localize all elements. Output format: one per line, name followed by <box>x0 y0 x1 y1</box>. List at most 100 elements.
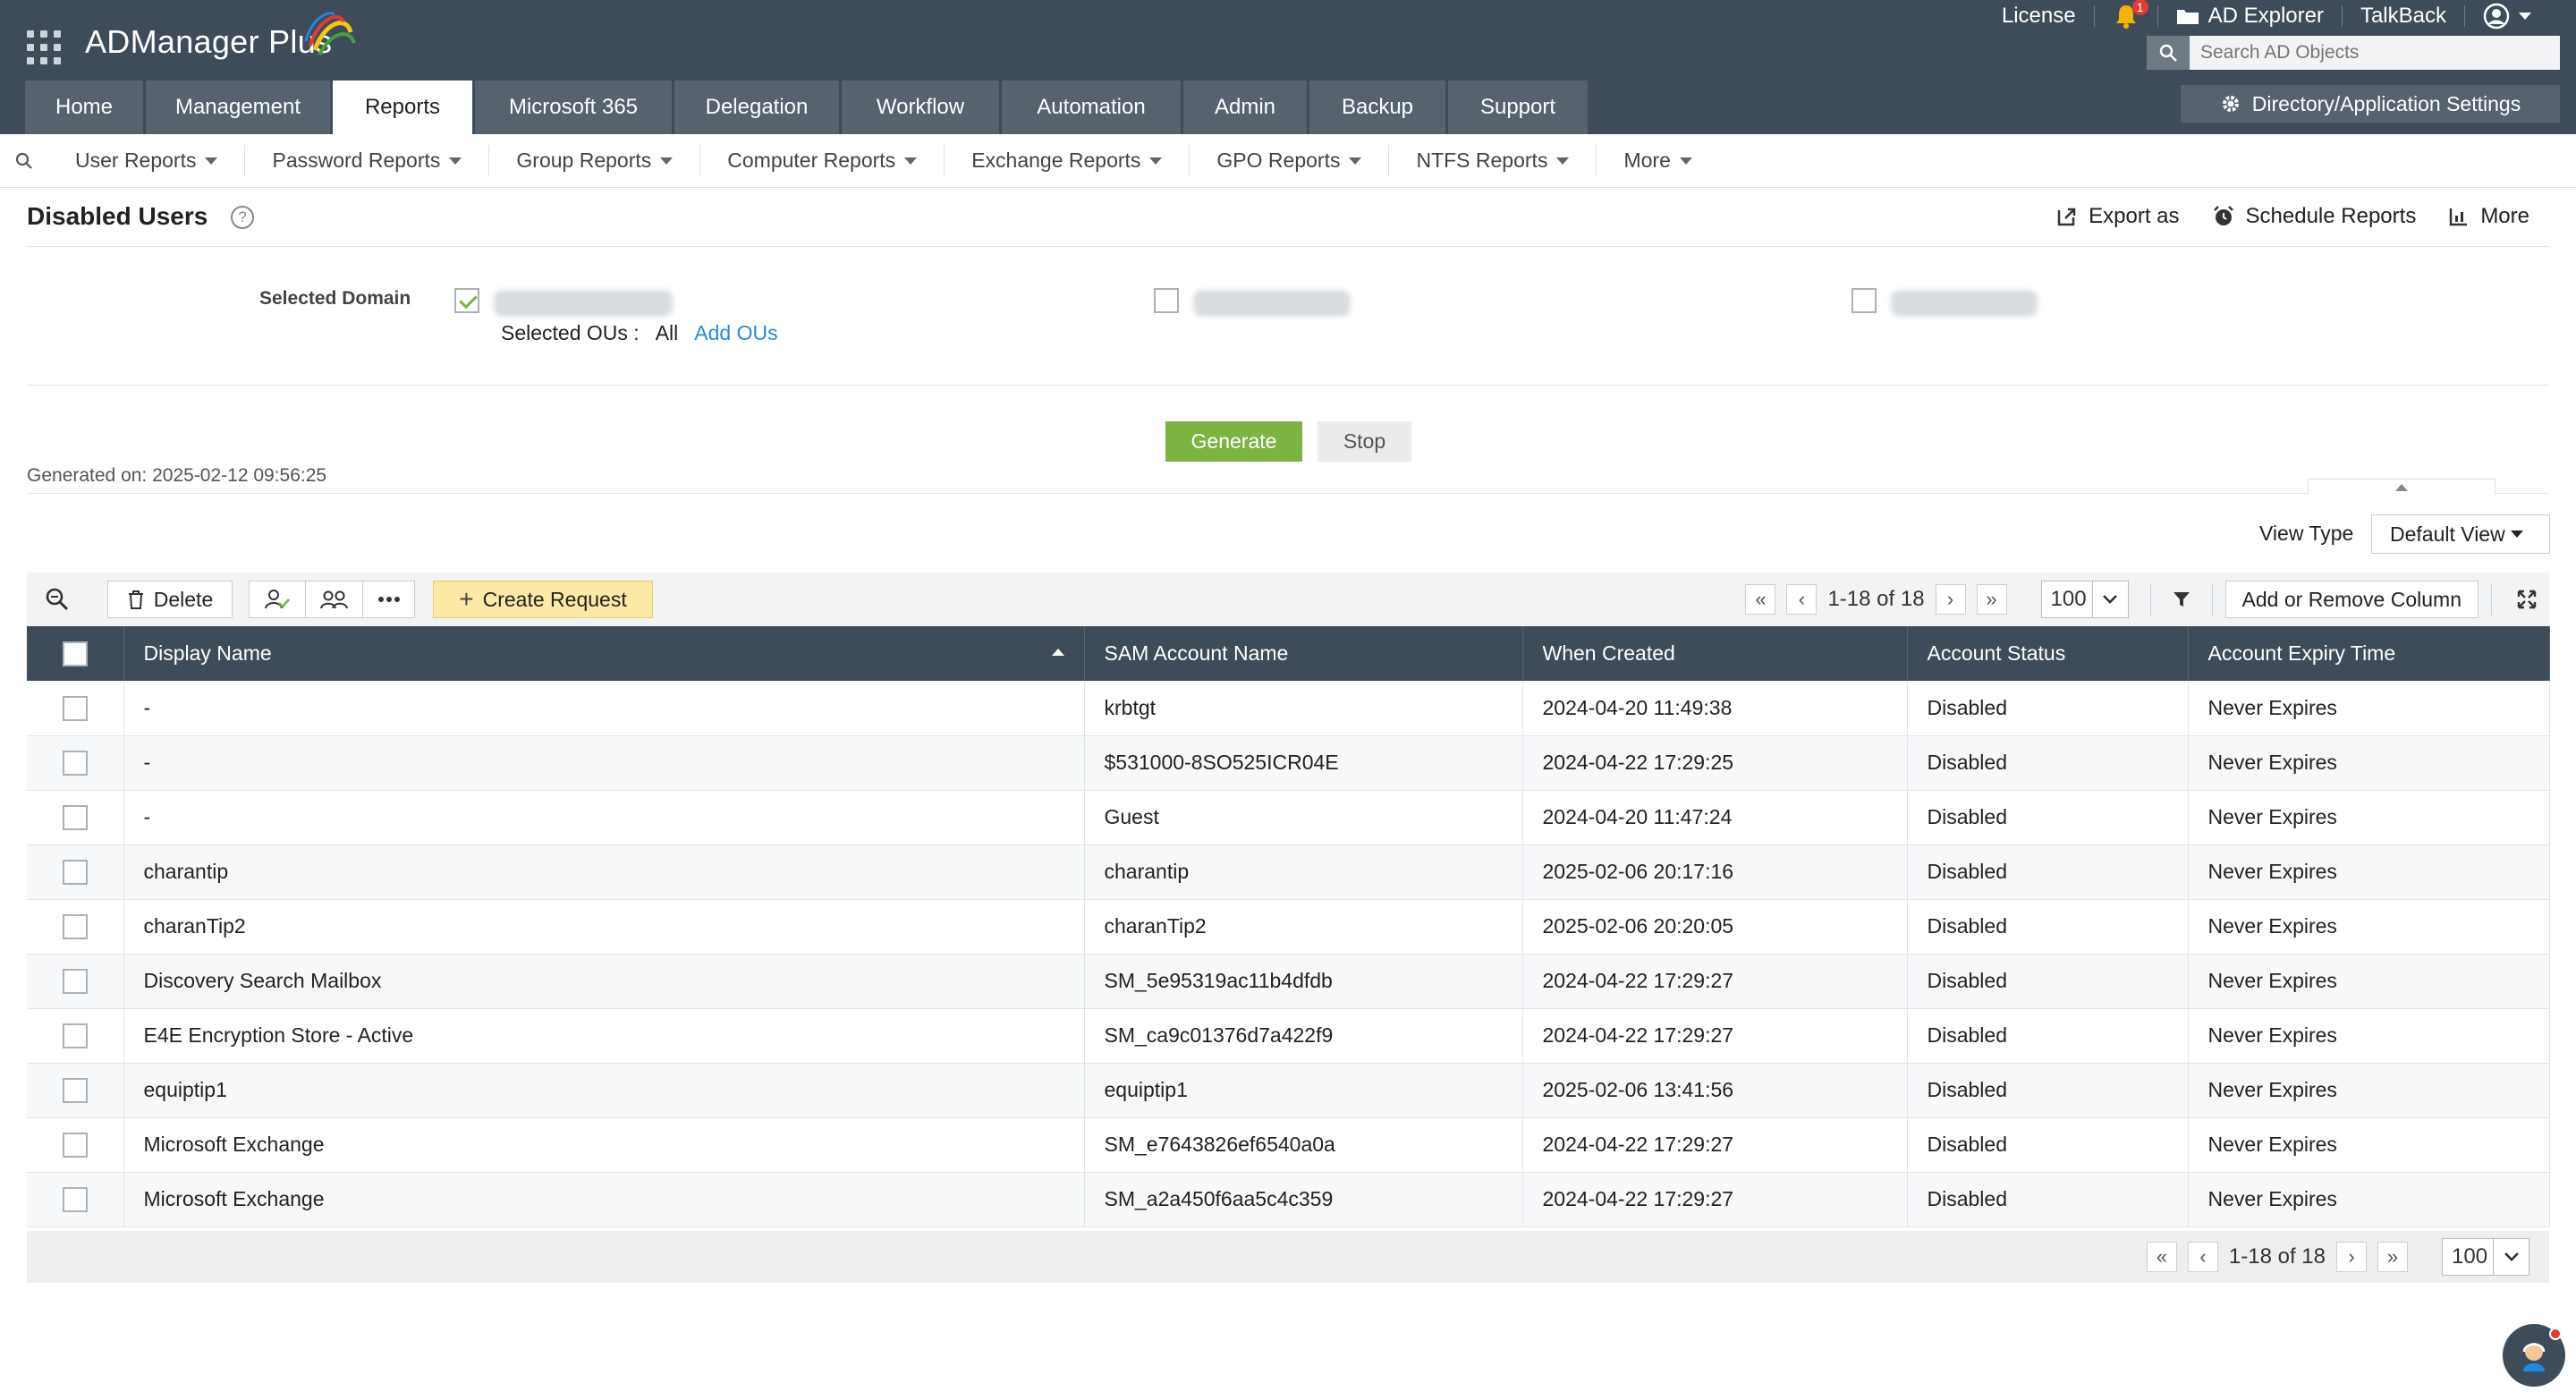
row-checkbox[interactable] <box>27 899 124 955</box>
tab-automation[interactable]: Automation <box>1002 81 1181 134</box>
tab-management[interactable]: Management <box>146 81 330 134</box>
page-size-value: 100 <box>2050 587 2087 611</box>
filter-icon[interactable] <box>2164 590 2199 609</box>
subnav-group-reports[interactable]: Group Reports <box>489 144 701 177</box>
column-label: Display Name <box>143 641 272 665</box>
select-all-checkbox[interactable] <box>27 626 124 681</box>
row-checkbox[interactable] <box>27 1117 124 1173</box>
domain-checkbox-3[interactable] <box>1852 288 1877 313</box>
prev-page-icon[interactable]: ‹ <box>1786 584 1818 615</box>
first-page-icon[interactable]: « <box>1745 584 1776 615</box>
license-link[interactable]: License <box>1984 0 2094 32</box>
subnav-user-reports[interactable]: User Reports <box>48 144 246 177</box>
domain-checkbox-2[interactable] <box>1154 288 1179 313</box>
table-row[interactable]: E4E Encryption Store - Active SM_ca9c013… <box>27 1008 2550 1064</box>
schedule-label: Schedule Reports <box>2245 204 2417 228</box>
divider <box>27 385 2549 386</box>
table-row[interactable]: - $531000-8SO525ICR04E 2024-04-22 17:29:… <box>27 735 2550 791</box>
app-grid-icon[interactable] <box>27 30 61 64</box>
row-checkbox[interactable] <box>27 790 124 845</box>
table-row[interactable]: charantip charantip 2025-02-06 20:17:16 … <box>27 845 2550 900</box>
add-ous-link[interactable]: Add OUs <box>694 321 777 345</box>
subnav-password-reports[interactable]: Password Reports <box>245 144 490 177</box>
domain-checkbox-1[interactable] <box>454 288 479 313</box>
subnav-computer-reports[interactable]: Computer Reports <box>700 144 945 177</box>
chevron-down-icon <box>2519 13 2531 20</box>
caret-down-icon <box>2510 530 2523 538</box>
row-checkbox[interactable] <box>27 845 124 900</box>
tab-delegation[interactable]: Delegation <box>674 81 839 134</box>
table-row[interactable]: charanTip2 charanTip2 2025-02-06 20:20:0… <box>27 899 2550 955</box>
more-actions-button[interactable]: More <box>2448 204 2529 229</box>
column-header-account-expiry-time[interactable]: Account Expiry Time <box>2188 626 2550 681</box>
page-size-select[interactable]: 100 <box>2442 1238 2529 1276</box>
export-as-button[interactable]: Export as <box>2056 204 2180 229</box>
cell-account-status: Disabled <box>1907 681 2189 736</box>
last-page-icon[interactable]: » <box>1976 584 2007 615</box>
subnav-ntfs-reports[interactable]: NTFS Reports <box>1389 144 1597 177</box>
row-checkbox[interactable] <box>27 954 124 1009</box>
subnav-more[interactable]: More <box>1597 145 1718 177</box>
delete-button[interactable]: Delete <box>107 581 233 618</box>
tab-backup[interactable]: Backup <box>1309 81 1445 134</box>
ad-explorer-link[interactable]: AD Explorer <box>2158 0 2342 32</box>
tab-microsoft-365[interactable]: Microsoft 365 <box>475 81 672 134</box>
enable-user-button[interactable] <box>249 581 306 618</box>
generate-button[interactable]: Generate <box>1165 421 1302 462</box>
column-header-sam-account-name[interactable]: SAM Account Name <box>1084 626 1523 681</box>
collapse-toggle[interactable] <box>2308 479 2496 495</box>
table-row[interactable]: Discovery Search Mailbox SM_5e95319ac11b… <box>27 954 2550 1009</box>
notifications-button[interactable]: 1 <box>2095 0 2157 32</box>
search-input[interactable] <box>2190 36 2560 70</box>
quick-search-icon[interactable] <box>0 134 48 188</box>
first-page-icon[interactable]: « <box>2146 1242 2177 1272</box>
tab-admin[interactable]: Admin <box>1183 81 1307 134</box>
move-user-button[interactable] <box>306 581 363 618</box>
subnav-label: User Reports <box>75 149 197 172</box>
column-header-when-created[interactable]: When Created <box>1522 626 1908 681</box>
table-row[interactable]: Microsoft Exchange SM_a2a450f6aa5c4c359 … <box>27 1172 2550 1227</box>
tab-home[interactable]: Home <box>25 81 143 134</box>
fullscreen-icon[interactable] <box>2504 589 2549 610</box>
table-row[interactable]: - Guest 2024-04-20 11:47:24 Disabled Nev… <box>27 790 2550 845</box>
selected-ous-label: Selected OUs : <box>501 321 640 344</box>
talkback-link[interactable]: TalkBack <box>2343 0 2464 32</box>
user-menu-button[interactable] <box>2465 0 2549 32</box>
view-type-select[interactable]: Default View <box>2371 514 2550 554</box>
cell-account-expiry: Never Expires <box>2188 790 2550 845</box>
next-page-icon[interactable]: › <box>2336 1242 2367 1272</box>
table-row[interactable]: equiptip1 equiptip1 2025-02-06 13:41:56 … <box>27 1063 2550 1118</box>
chatbot-button[interactable] <box>2503 1324 2565 1387</box>
schedule-reports-button[interactable]: Schedule Reports <box>2212 204 2417 229</box>
more-options-button[interactable] <box>363 581 415 618</box>
row-checkbox[interactable] <box>27 1063 124 1118</box>
caret-down-icon <box>449 157 462 165</box>
column-header-account-status[interactable]: Account Status <box>1907 626 2189 681</box>
add-remove-column-button[interactable]: Add or Remove Column <box>2224 581 2479 618</box>
row-checkbox[interactable] <box>27 1008 124 1064</box>
page-size-select[interactable]: 100 <box>2040 581 2129 618</box>
help-icon[interactable]: ? <box>231 206 254 229</box>
table-search-icon[interactable] <box>27 586 88 613</box>
next-page-icon[interactable]: › <box>1935 584 1966 615</box>
create-request-button[interactable]: + Create Request <box>433 581 653 618</box>
column-header-display-name[interactable]: Display Name <box>123 626 1085 681</box>
tab-reports[interactable]: Reports <box>333 81 472 134</box>
tab-support[interactable]: Support <box>1448 81 1588 134</box>
table-row[interactable]: - krbtgt 2024-04-20 11:49:38 Disabled Ne… <box>27 681 2550 736</box>
subnav-gpo-reports[interactable]: GPO Reports <box>1190 144 1390 177</box>
generated-on-text: Generated on: 2025-02-12 09:56:25 <box>27 465 327 486</box>
tab-workflow[interactable]: Workflow <box>842 81 999 134</box>
app-logo: ADManager Plus <box>85 23 333 60</box>
row-checkbox[interactable] <box>27 735 124 791</box>
last-page-icon[interactable]: » <box>2377 1242 2408 1272</box>
stop-button[interactable]: Stop <box>1318 421 1411 462</box>
table-row[interactable]: Microsoft Exchange SM_e7643826ef6540a0a … <box>27 1117 2550 1173</box>
directory-settings-button[interactable]: Directory/Application Settings <box>2181 85 2560 123</box>
row-checkbox[interactable] <box>27 681 124 736</box>
user-enable-icon <box>265 590 290 609</box>
row-checkbox[interactable] <box>27 1172 124 1227</box>
search-icon[interactable] <box>2147 36 2190 70</box>
subnav-exchange-reports[interactable]: Exchange Reports <box>945 144 1191 177</box>
prev-page-icon[interactable]: ‹ <box>2187 1242 2218 1272</box>
